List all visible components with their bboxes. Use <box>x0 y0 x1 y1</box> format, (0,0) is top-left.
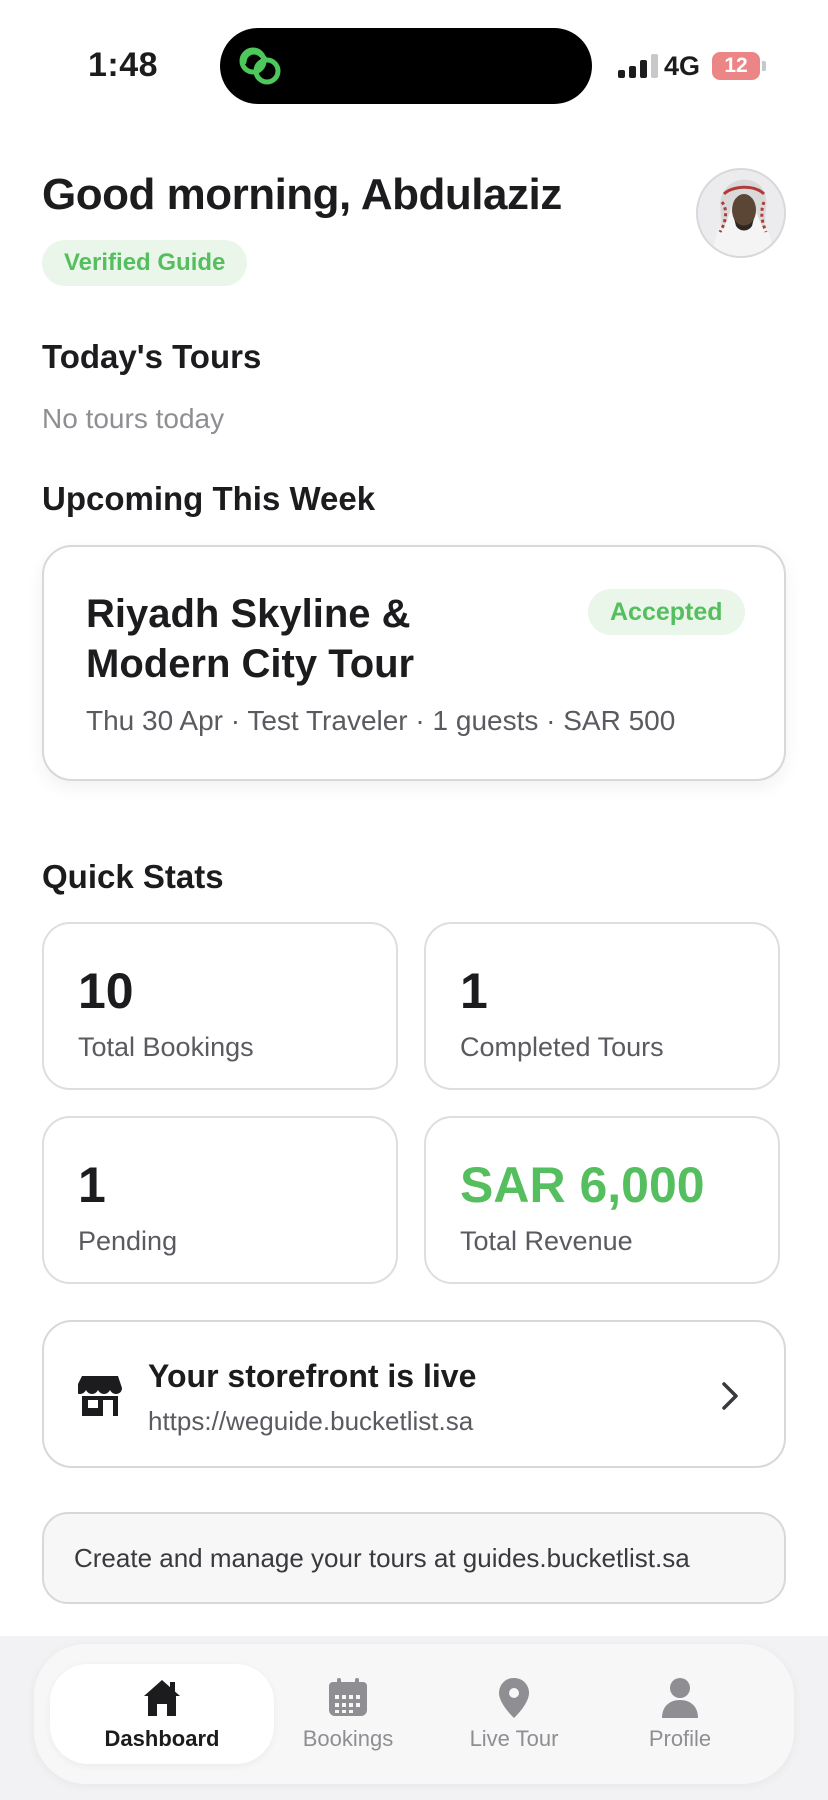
status-time: 1:48 <box>88 46 159 84</box>
tab-label: Profile <box>648 1726 712 1751</box>
map-pin-icon <box>499 1678 529 1718</box>
stat-label: Total Revenue <box>460 1226 633 1256</box>
upcoming-tour-card[interactable]: Riyadh Skyline & Modern City Tour Accept… <box>42 545 786 781</box>
storefront-title: Your storefront is live <box>148 1358 477 1394</box>
chevron-right-icon <box>722 1382 738 1410</box>
status-badge: Accepted <box>588 589 745 635</box>
stat-label: Completed Tours <box>460 1032 664 1062</box>
app-link-icon <box>239 47 281 85</box>
battery-level: 12 <box>724 54 748 77</box>
stat-total-revenue: SAR 6,000 Total Revenue <box>424 1116 780 1284</box>
todays-tours-title: Today's Tours <box>42 338 262 375</box>
tour-title: Riyadh Skyline & Modern City Tour <box>86 592 415 686</box>
storefront-card[interactable]: Your storefront is live https://weguide.… <box>42 1320 786 1468</box>
stat-pending: 1 Pending <box>42 1116 398 1284</box>
battery-icon: 12 <box>712 52 760 80</box>
stat-value: 1 <box>78 1157 106 1213</box>
tab-profile[interactable]: Profile <box>568 1664 792 1764</box>
stat-value: 1 <box>460 963 488 1019</box>
avatar-image <box>698 170 784 256</box>
no-tours-text: No tours today <box>42 403 225 434</box>
person-icon <box>662 1678 698 1718</box>
stat-label: Total Bookings <box>78 1032 254 1062</box>
verified-guide-badge: Verified Guide <box>42 240 248 286</box>
calendar-icon <box>329 1678 367 1716</box>
tab-label: Bookings <box>302 1726 394 1751</box>
upcoming-title: Upcoming This Week <box>42 480 376 517</box>
tour-meta: Thu 30 Apr · Test Traveler · 1 guests · … <box>86 705 676 736</box>
stat-value: 10 <box>78 963 134 1019</box>
tab-label: Live Tour <box>469 1726 559 1751</box>
quick-stats-title: Quick Stats <box>42 858 224 895</box>
manage-tours-info: Create and manage your tours at guides.b… <box>42 1512 786 1604</box>
network-type: 4G <box>664 51 701 81</box>
tab-label: Dashboard <box>104 1726 220 1751</box>
storefront-icon <box>78 1376 122 1416</box>
stat-label: Pending <box>78 1226 178 1256</box>
avatar[interactable] <box>696 168 786 258</box>
home-icon <box>144 1680 180 1716</box>
tab-bar: Dashboard Bookings Live Tour Profile <box>34 1644 794 1784</box>
stat-completed-tours: 1 Completed Tours <box>424 922 780 1090</box>
greeting-title: Good morning, Abdulaziz <box>42 170 562 219</box>
stat-value: SAR 6,000 <box>460 1157 705 1213</box>
signal-icon <box>618 54 658 78</box>
info-text: Create and manage your tours at guides.b… <box>74 1542 690 1573</box>
status-bar: 1:48 4G 12 <box>0 0 828 120</box>
battery-cap <box>762 61 766 71</box>
stat-total-bookings: 10 Total Bookings <box>42 922 398 1090</box>
storefront-url[interactable]: https://weguide.bucketlist.sa <box>148 1406 473 1437</box>
